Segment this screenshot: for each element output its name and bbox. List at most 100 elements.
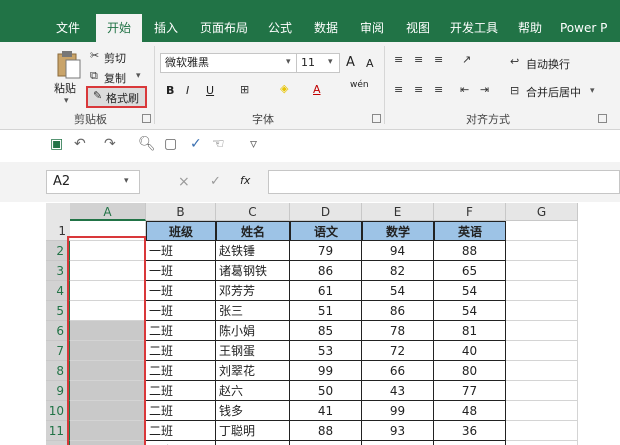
table-cell[interactable]: 丁聪明 (216, 421, 290, 441)
save-icon[interactable]: ▣ (50, 136, 63, 152)
table-cell[interactable] (290, 441, 362, 445)
tab-data[interactable]: 数据 (306, 14, 346, 42)
tab-developer[interactable]: 开发工具 (444, 14, 504, 42)
table-cell[interactable]: 赵六 (216, 381, 290, 401)
table-cell[interactable]: 一班 (146, 241, 216, 261)
table-cell[interactable]: 二班 (146, 401, 216, 421)
font-name-dropdown-icon[interactable]: ▾ (286, 57, 291, 67)
align-left-icon[interactable]: ≡ (394, 83, 403, 96)
cell-g[interactable] (506, 381, 578, 401)
table-cell[interactable]: 81 (434, 321, 506, 341)
tab-power-pivot[interactable]: Power P (560, 14, 620, 42)
table-cell[interactable]: 72 (362, 341, 434, 361)
table-cell[interactable]: 40 (434, 341, 506, 361)
tab-help[interactable]: 帮助 (510, 14, 550, 42)
cell-g[interactable] (506, 301, 578, 321)
table-cell[interactable]: 一班 (146, 301, 216, 321)
font-launcher-icon[interactable] (372, 114, 381, 123)
table-cell[interactable]: 二班 (146, 321, 216, 341)
tab-insert[interactable]: 插入 (146, 14, 186, 42)
table-cell[interactable]: 99 (290, 361, 362, 381)
merge-center-dropdown-icon[interactable]: ▾ (590, 86, 595, 96)
table-cell[interactable] (362, 441, 434, 445)
cell-g[interactable] (506, 261, 578, 281)
table-cell[interactable]: 钱多 (216, 401, 290, 421)
tab-view[interactable]: 视图 (398, 14, 438, 42)
cell-g[interactable] (506, 241, 578, 261)
formula-input[interactable] (268, 170, 620, 194)
table-cell[interactable]: 二班 (146, 361, 216, 381)
enter-formula-button[interactable]: ✓ (210, 174, 221, 189)
table-cell[interactable]: 赵铁锤 (216, 241, 290, 261)
cell-g[interactable] (506, 221, 578, 241)
cell-g[interactable] (506, 321, 578, 341)
table-cell[interactable]: 86 (290, 261, 362, 281)
table-cell[interactable]: 78 (362, 321, 434, 341)
font-size-select[interactable]: 11 (296, 53, 340, 73)
insert-function-button[interactable]: fx (240, 174, 250, 187)
table-cell[interactable]: 50 (290, 381, 362, 401)
tab-home[interactable]: 开始 (96, 14, 142, 42)
cell-g[interactable] (506, 441, 578, 445)
column-header-a[interactable]: A (70, 203, 146, 221)
table-cell[interactable]: 61 (290, 281, 362, 301)
redo-icon[interactable]: ↷ (104, 136, 116, 152)
increase-indent-icon[interactable]: ⇥ (480, 83, 489, 96)
table-cell[interactable]: 刘翠花 (216, 361, 290, 381)
align-center-icon[interactable]: ≡ (414, 83, 423, 96)
copy-dropdown-icon[interactable]: ▾ (136, 71, 141, 81)
cell-g[interactable] (506, 401, 578, 421)
table-cell[interactable]: 77 (434, 381, 506, 401)
table-cell[interactable]: 54 (362, 281, 434, 301)
column-header-c[interactable]: C (216, 203, 290, 221)
table-cell[interactable]: 54 (434, 301, 506, 321)
tab-file[interactable]: 文件 (48, 14, 88, 42)
table-cell[interactable]: 88 (434, 241, 506, 261)
font-size-dropdown-icon[interactable]: ▾ (328, 57, 333, 67)
table-cell[interactable]: 85 (290, 321, 362, 341)
table-cell[interactable]: 一班 (146, 261, 216, 281)
column-header-e[interactable]: E (362, 203, 434, 221)
tab-page-layout[interactable]: 页面布局 (194, 14, 254, 42)
table-cell[interactable]: 88 (290, 421, 362, 441)
cell-g[interactable] (506, 421, 578, 441)
column-header-b[interactable]: B (146, 203, 216, 221)
table-cell[interactable]: 一班 (146, 281, 216, 301)
spelling-icon[interactable]: ✓ (190, 136, 202, 152)
table-cell[interactable]: 36 (434, 421, 506, 441)
table-cell[interactable]: 99 (362, 401, 434, 421)
cancel-formula-button[interactable]: × (178, 174, 190, 190)
table-cell[interactable]: 48 (434, 401, 506, 421)
touch-mode-icon[interactable]: ☜ (212, 136, 225, 152)
table-header-cell[interactable]: 英语 (434, 221, 506, 241)
customize-qat-icon[interactable]: ▿ (250, 136, 257, 152)
table-cell[interactable]: 93 (362, 421, 434, 441)
tab-formulas[interactable]: 公式 (260, 14, 300, 42)
table-cell[interactable]: 79 (290, 241, 362, 261)
column-header-f[interactable]: F (434, 203, 506, 221)
table-cell[interactable]: 二班 (146, 341, 216, 361)
column-header-d[interactable]: D (290, 203, 362, 221)
table-cell[interactable]: 二班 (146, 421, 216, 441)
table-cell[interactable] (216, 441, 290, 445)
cell-g[interactable] (506, 281, 578, 301)
wrap-text-button[interactable]: 自动换行 (526, 56, 570, 72)
orientation-icon[interactable]: ↗ (462, 53, 471, 66)
paste-button[interactable] (56, 50, 82, 80)
bold-button[interactable]: B (166, 84, 174, 97)
table-cell[interactable]: 诸葛钢铁 (216, 261, 290, 281)
cell-g[interactable] (506, 361, 578, 381)
table-cell[interactable]: 94 (362, 241, 434, 261)
table-cell[interactable]: 43 (362, 381, 434, 401)
decrease-indent-icon[interactable]: ⇤ (460, 83, 469, 96)
camera-icon[interactable]: ▢ (164, 136, 177, 152)
table-cell[interactable]: 65 (434, 261, 506, 281)
paste-dropdown-icon[interactable]: ▾ (64, 96, 69, 106)
table-cell[interactable]: 53 (290, 341, 362, 361)
align-right-icon[interactable]: ≡ (434, 83, 443, 96)
italic-button[interactable]: I (186, 84, 189, 97)
underline-button[interactable]: U (206, 84, 214, 97)
table-cell[interactable]: 66 (362, 361, 434, 381)
fill-color-icon[interactable]: ◈ (280, 82, 288, 95)
table-cell[interactable]: 张三 (216, 301, 290, 321)
